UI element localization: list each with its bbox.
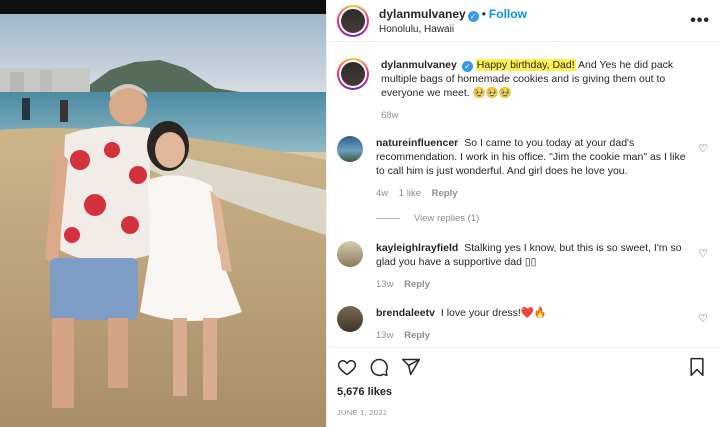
comment-like-heart-icon[interactable]: ♡: [698, 142, 708, 155]
commenter-username[interactable]: natureinfluencer: [376, 137, 458, 149]
action-bar: 5,676 likes JUNE 1, 2021: [327, 347, 720, 427]
comment-item: natureinfluencer So I came to you today …: [337, 136, 710, 201]
post-date[interactable]: JUNE 1, 2021: [337, 408, 710, 417]
comment-time[interactable]: 4w: [376, 188, 388, 199]
post-location[interactable]: Honolulu, Hawaii: [379, 24, 527, 37]
reply-button[interactable]: Reply: [404, 279, 430, 290]
commenter-avatar[interactable]: [337, 136, 363, 162]
beach-photo-illustration: [0, 0, 326, 427]
commenter-avatar[interactable]: [337, 306, 363, 332]
caption-time[interactable]: 68w: [381, 110, 398, 121]
comment-likes[interactable]: 1 like: [399, 188, 421, 199]
comment-like-heart-icon[interactable]: ♡: [698, 312, 708, 325]
bookmark-icon[interactable]: [688, 357, 706, 377]
share-icon[interactable]: [401, 357, 421, 377]
comment-time[interactable]: 13w: [376, 279, 393, 290]
post-header: dylanmulvaney ✓ • Follow Honolulu, Hawaii •…: [327, 0, 720, 42]
like-count[interactable]: 5,676 likes: [337, 386, 710, 398]
comment-item: brendaleetv I love your dress!❤️🔥 13w Re…: [337, 306, 710, 343]
separator-dot: •: [481, 7, 486, 22]
caption-row: dylanmulvaney ✓ Happy birthday, Dad! And …: [337, 58, 710, 123]
comments-section[interactable]: dylanmulvaney ✓ Happy birthday, Dad! And …: [327, 48, 720, 347]
verified-badge-icon: ✓: [467, 11, 479, 23]
view-replies-line: [376, 218, 400, 219]
commenter-avatar[interactable]: [337, 241, 363, 267]
more-options-icon[interactable]: •••: [690, 12, 710, 30]
heart-icon[interactable]: [337, 357, 357, 377]
reply-button[interactable]: Reply: [432, 188, 458, 199]
comment-time[interactable]: 13w: [376, 330, 393, 341]
author-avatar[interactable]: [337, 4, 369, 37]
post-panel: dylanmulvaney ✓ • Follow Honolulu, Hawaii •…: [326, 0, 720, 427]
follow-button[interactable]: Follow: [489, 7, 527, 21]
view-replies-label: View replies (1): [414, 213, 480, 224]
view-replies-button[interactable]: View replies (1): [376, 213, 710, 224]
comment-icon[interactable]: [369, 357, 389, 377]
caption-username[interactable]: dylanmulvaney: [381, 59, 457, 71]
reply-button[interactable]: Reply: [404, 330, 430, 341]
commenter-username[interactable]: kayleighlrayfield: [376, 242, 458, 254]
caption-avatar[interactable]: [337, 58, 369, 90]
caption-highlight: Happy birthday, Dad!: [475, 59, 576, 71]
comment-text: I love your dress!❤️🔥: [440, 307, 547, 319]
post-photo[interactable]: [0, 0, 326, 427]
author-username[interactable]: dylanmulvaney: [379, 7, 466, 21]
comment-item: kayleighlrayfield Stalking yes I know, b…: [337, 241, 710, 292]
comment-like-heart-icon[interactable]: ♡: [698, 247, 708, 260]
verified-badge-icon: ✓: [461, 61, 473, 72]
commenter-username[interactable]: brendaleetv: [376, 307, 435, 319]
